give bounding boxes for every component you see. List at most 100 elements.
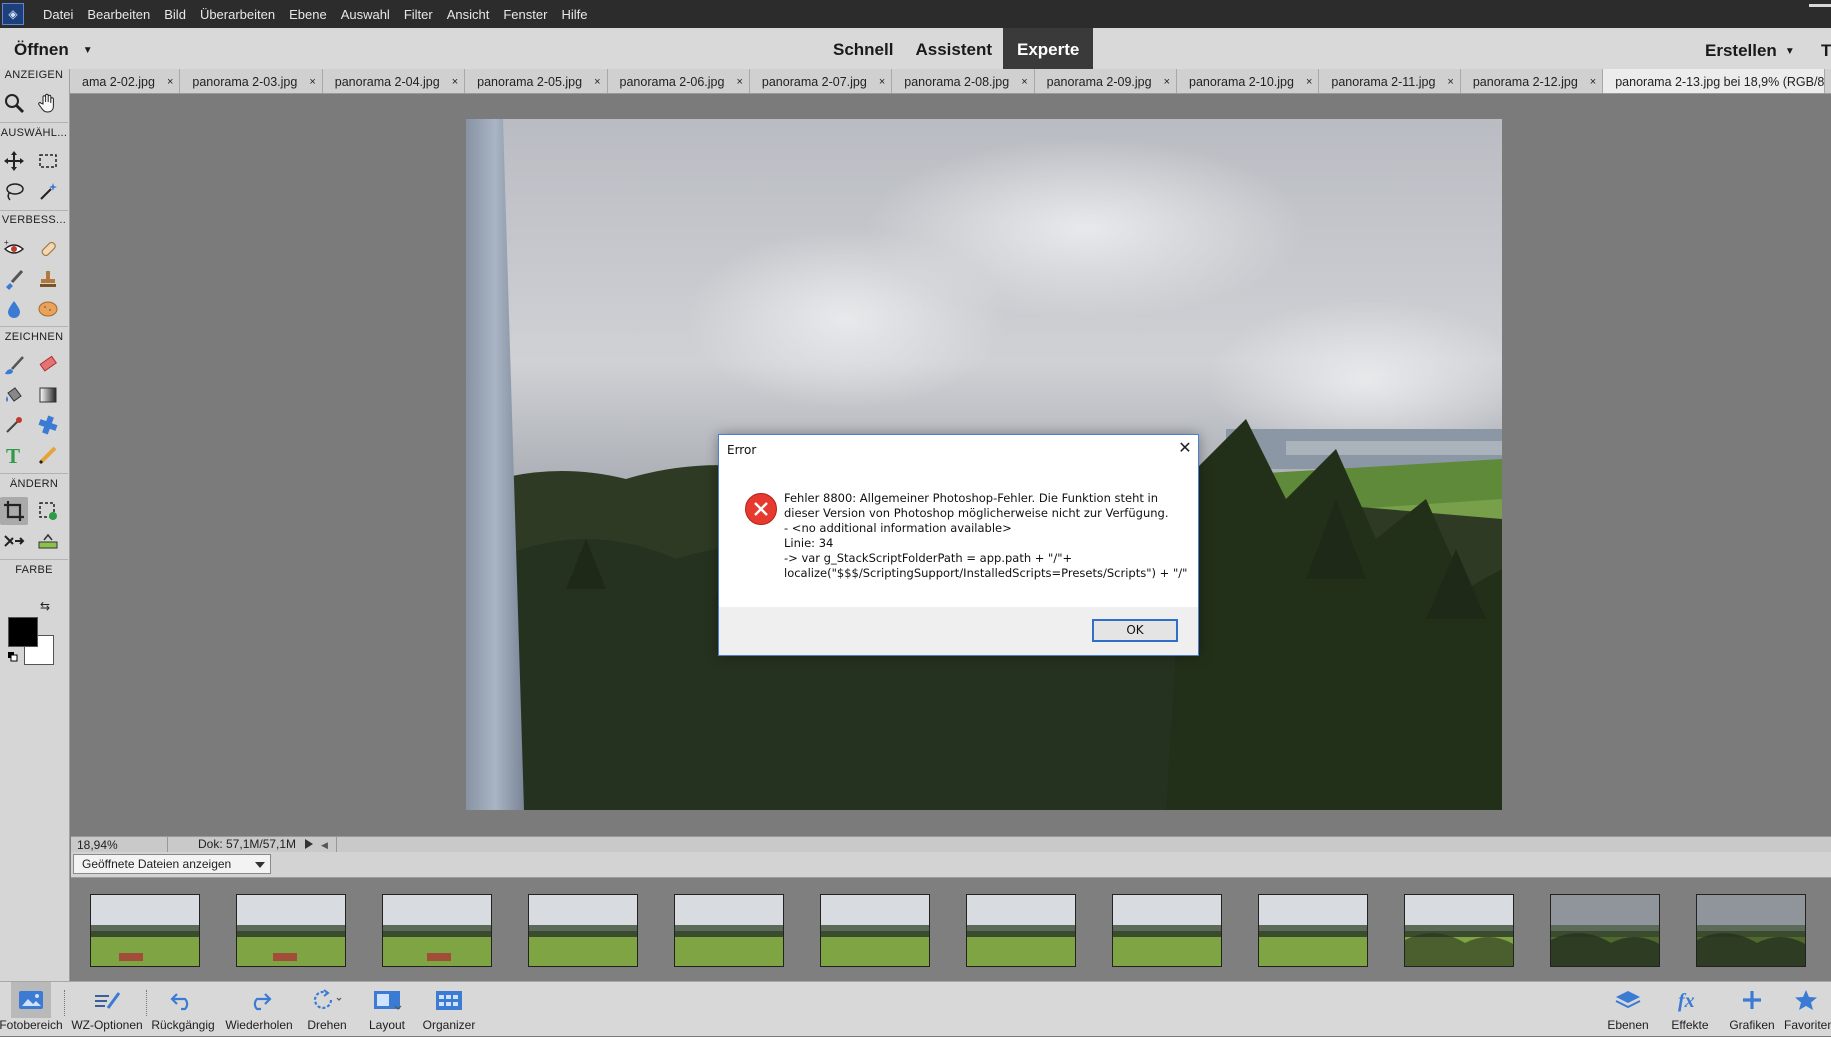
document-tab[interactable]: panorama 2-09.jpg × [1035, 69, 1178, 93]
layers-button[interactable]: Ebenen [1602, 982, 1654, 1037]
close-icon[interactable]: ✕ [1175, 439, 1195, 459]
close-tab-icon[interactable]: × [452, 76, 458, 88]
document-tab-label: panorama 2-04.jpg [334, 74, 440, 89]
scroll-left-icon[interactable]: ◀ [321, 840, 328, 851]
gradient-tool-icon[interactable] [34, 381, 62, 409]
menu-ansicht[interactable]: Ansicht [440, 7, 497, 22]
create-button[interactable]: Erstellen ▼ [1705, 41, 1795, 61]
move-tool-icon[interactable] [0, 147, 28, 175]
close-tab-icon[interactable]: × [309, 76, 315, 88]
photo-thumbnail[interactable] [382, 894, 492, 967]
photo-thumbnail[interactable] [1112, 894, 1222, 967]
ok-button[interactable]: OK [1092, 619, 1178, 642]
photo-thumbnail[interactable] [674, 894, 784, 967]
effects-label: Effekte [1671, 1018, 1709, 1032]
marquee-tool-icon[interactable] [34, 147, 62, 175]
menu-fenster[interactable]: Fenster [496, 7, 554, 22]
document-tab[interactable]: panorama 2-05.jpg × [465, 69, 608, 93]
close-tab-icon[interactable]: × [736, 76, 742, 88]
custom-shape-icon[interactable] [34, 411, 62, 439]
menu-bild[interactable]: Bild [157, 7, 193, 22]
truncated-menu-button[interactable]: T [1821, 41, 1831, 61]
layout-button[interactable]: Layout [360, 982, 414, 1037]
tool-options-button[interactable]: WZ-Optionen [68, 982, 146, 1037]
menu-datei[interactable]: Datei [36, 7, 80, 22]
foreground-color-swatch[interactable] [8, 617, 38, 647]
effects-button[interactable]: fx Effekte [1664, 982, 1716, 1037]
eyedropper-icon[interactable] [0, 411, 28, 439]
undo-button[interactable]: Rückgängig [148, 982, 218, 1037]
document-tab[interactable]: panorama 2-06.jpg × [608, 69, 750, 93]
close-tab-icon[interactable]: × [167, 76, 173, 88]
photo-thumbnail[interactable] [1404, 894, 1514, 967]
paint-bucket-icon[interactable] [0, 381, 28, 409]
chevron-down-icon[interactable]: ▼ [83, 45, 93, 56]
photo-thumbnail[interactable] [1258, 894, 1368, 967]
menu-ebene[interactable]: Ebene [282, 7, 334, 22]
close-tab-icon[interactable]: × [594, 76, 600, 88]
recompose-tool-icon[interactable] [34, 497, 62, 525]
photo-thumbnail[interactable] [966, 894, 1076, 967]
menu-hilfe[interactable]: Hilfe [554, 7, 594, 22]
document-tab[interactable]: panorama 2-03.jpg × [180, 69, 323, 93]
close-tab-icon[interactable]: × [1447, 76, 1453, 88]
eraser-tool-icon[interactable] [34, 351, 62, 379]
document-tab[interactable]: panorama 2-04.jpg × [323, 69, 466, 93]
default-colors-icon[interactable] [8, 649, 18, 662]
document-tab[interactable]: panorama 2-11.jpg × [1319, 69, 1461, 93]
swap-colors-icon[interactable]: ⇆ [40, 599, 50, 613]
document-tab[interactable]: panorama 2-08.jpg × [892, 69, 1035, 93]
minimize-icon[interactable] [1809, 4, 1831, 7]
close-tab-icon[interactable]: × [1306, 76, 1312, 88]
photo-thumbnail[interactable] [90, 894, 200, 967]
document-tab-label: panorama 2-06.jpg [619, 74, 725, 89]
photo-bin-source-select[interactable]: Geöffnete Dateien anzeigen [73, 854, 271, 874]
hand-tool-icon[interactable] [34, 89, 62, 117]
graphics-button[interactable]: Grafiken [1724, 982, 1780, 1037]
close-tab-icon[interactable]: × [879, 76, 885, 88]
organizer-button[interactable]: Organizer [418, 982, 480, 1037]
document-tab[interactable]: ama 2-02.jpg × [70, 69, 181, 93]
document-tab[interactable]: panorama 2-12.jpg × [1461, 69, 1604, 93]
mode-tab-experte[interactable]: Experte [1003, 28, 1094, 72]
mode-tab-schnell[interactable]: Schnell [822, 28, 904, 72]
red-eye-tool-icon[interactable]: + [0, 235, 28, 263]
pencil-tool-icon[interactable] [34, 441, 62, 469]
menu-überarbeiten[interactable]: Überarbeiten [193, 7, 282, 22]
close-tab-icon[interactable]: × [1021, 76, 1027, 88]
close-tab-icon[interactable]: × [1164, 76, 1170, 88]
mode-tab-assistent[interactable]: Assistent [904, 28, 1003, 72]
photo-thumbnail[interactable] [1550, 894, 1660, 967]
menu-auswahl[interactable]: Auswahl [334, 7, 397, 22]
menu-filter[interactable]: Filter [397, 7, 440, 22]
document-tab[interactable]: panorama 2-07.jpg × [750, 69, 893, 93]
sponge-tool-icon[interactable] [34, 295, 62, 323]
redo-button[interactable]: Wiederholen [220, 982, 298, 1037]
close-tab-icon[interactable]: × [1590, 76, 1596, 88]
brush-tool-icon[interactable] [0, 351, 28, 379]
clone-stamp-icon[interactable] [34, 265, 62, 293]
photo-bin-button[interactable]: Fotobereich [0, 982, 63, 1037]
status-menu-arrow-icon[interactable] [305, 839, 313, 849]
blur-tool-icon[interactable] [0, 295, 28, 323]
document-tab[interactable]: panorama 2-10.jpg × [1177, 69, 1320, 93]
rotate-button[interactable]: Drehen [302, 982, 352, 1037]
open-button[interactable]: Öffnen ▼ [14, 40, 93, 60]
document-tab[interactable]: panorama 2-13.jpg bei 18,9% (RGB/8 [1603, 69, 1826, 93]
crop-tool-icon[interactable] [0, 497, 28, 525]
straighten-tool-icon[interactable] [34, 527, 62, 555]
healing-brush-icon[interactable] [34, 235, 62, 263]
photo-thumbnail[interactable] [820, 894, 930, 967]
photo-thumbnail[interactable] [236, 894, 346, 967]
zoom-tool-icon[interactable] [0, 89, 28, 117]
text-tool-icon[interactable]: T [0, 441, 28, 469]
content-aware-move-icon[interactable] [0, 527, 28, 555]
photo-thumbnail[interactable] [528, 894, 638, 967]
rotate-label: Drehen [307, 1018, 347, 1032]
toolbox-section-view: ANZEIGEN [4, 69, 64, 81]
photo-thumbnail[interactable] [1696, 894, 1806, 967]
menu-bearbeiten[interactable]: Bearbeiten [80, 7, 157, 22]
favorites-button[interactable]: Favoriten [1782, 982, 1831, 1037]
smart-brush-icon[interactable] [0, 265, 28, 293]
zoom-level[interactable]: 18,94% [77, 838, 118, 852]
